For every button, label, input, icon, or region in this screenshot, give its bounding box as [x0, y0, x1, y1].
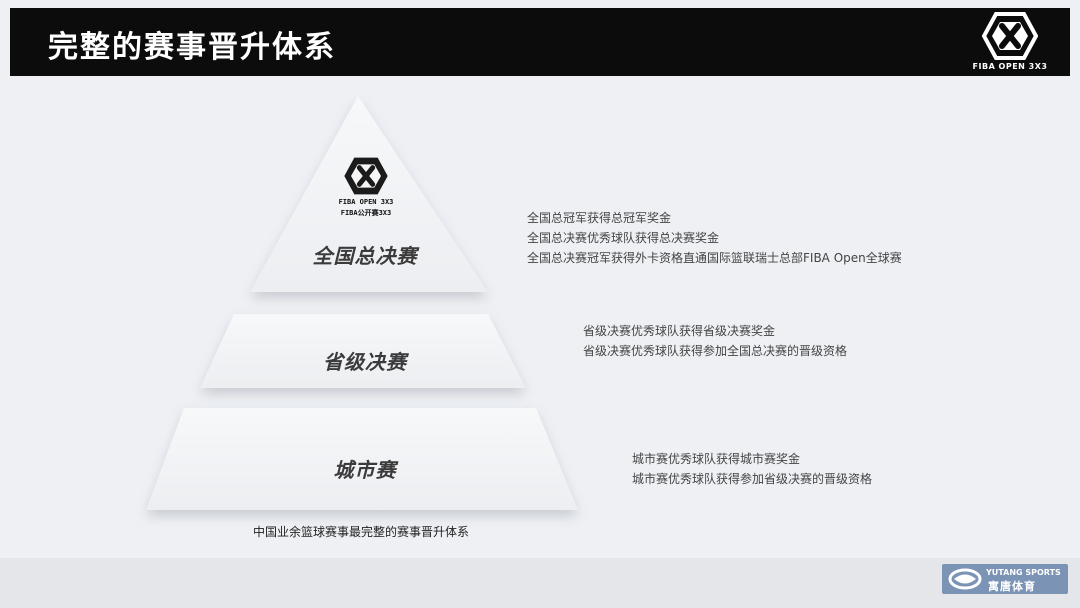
yutang-sports-badge: YUTANG SPORTS 寓唐体育 [942, 564, 1068, 594]
tier-description-national: 全国总冠军获得总冠军奖金 全国总决赛优秀球队获得总决赛奖金 全国总决赛冠军获得外… [527, 208, 902, 268]
apex-logo-line-cn: FIBA公开赛3X3 [340, 209, 392, 217]
tier-description-provincial: 省级决赛优秀球队获得省级决赛奖金 省级决赛优秀球队获得参加全国总决赛的晋级资格 [583, 321, 847, 361]
description-line: 省级决赛优秀球队获得省级决赛奖金 [583, 324, 776, 338]
tier-label-provincial-final: 省级决赛 [323, 350, 407, 374]
brand-name-cn: 寓唐体育 [988, 580, 1036, 593]
fiba-3x3-logo-icon [344, 157, 388, 195]
apex-logo-line-en: FIBA OPEN 3X3 [338, 198, 394, 206]
yutang-sports-logo-icon [948, 568, 982, 590]
footer-bar [0, 558, 1080, 608]
apex-fiba-logo: FIBA OPEN 3X3 FIBA公开赛3X3 [330, 156, 402, 220]
tier-description-city: 城市赛优秀球队获得城市赛奖金 城市赛优秀球队获得参加省级决赛的晋级资格 [632, 449, 872, 489]
pyramid-diagram [146, 96, 578, 510]
description-line: 全国总决赛优秀球队获得总决赛奖金 [527, 231, 720, 245]
tier-label-national-final: 全国总决赛 [312, 244, 418, 268]
description-line: 城市赛优秀球队获得城市赛奖金 [632, 452, 801, 466]
description-line: 省级决赛优秀球队获得参加全国总决赛的晋级资格 [583, 344, 848, 358]
description-line: 全国总决赛冠军获得外卡资格直通国际篮联瑞士总部FIBA Open全球赛 [527, 251, 902, 265]
brand-name-en: YUTANG SPORTS [986, 568, 1061, 577]
tier-label-city-game: 城市赛 [333, 458, 397, 482]
description-line: 全国总冠军获得总冠军奖金 [527, 211, 672, 225]
description-line: 城市赛优秀球队获得参加省级决赛的晋级资格 [632, 472, 873, 486]
pyramid-caption: 中国业余篮球赛事最完整的赛事晋升体系 [253, 525, 470, 539]
